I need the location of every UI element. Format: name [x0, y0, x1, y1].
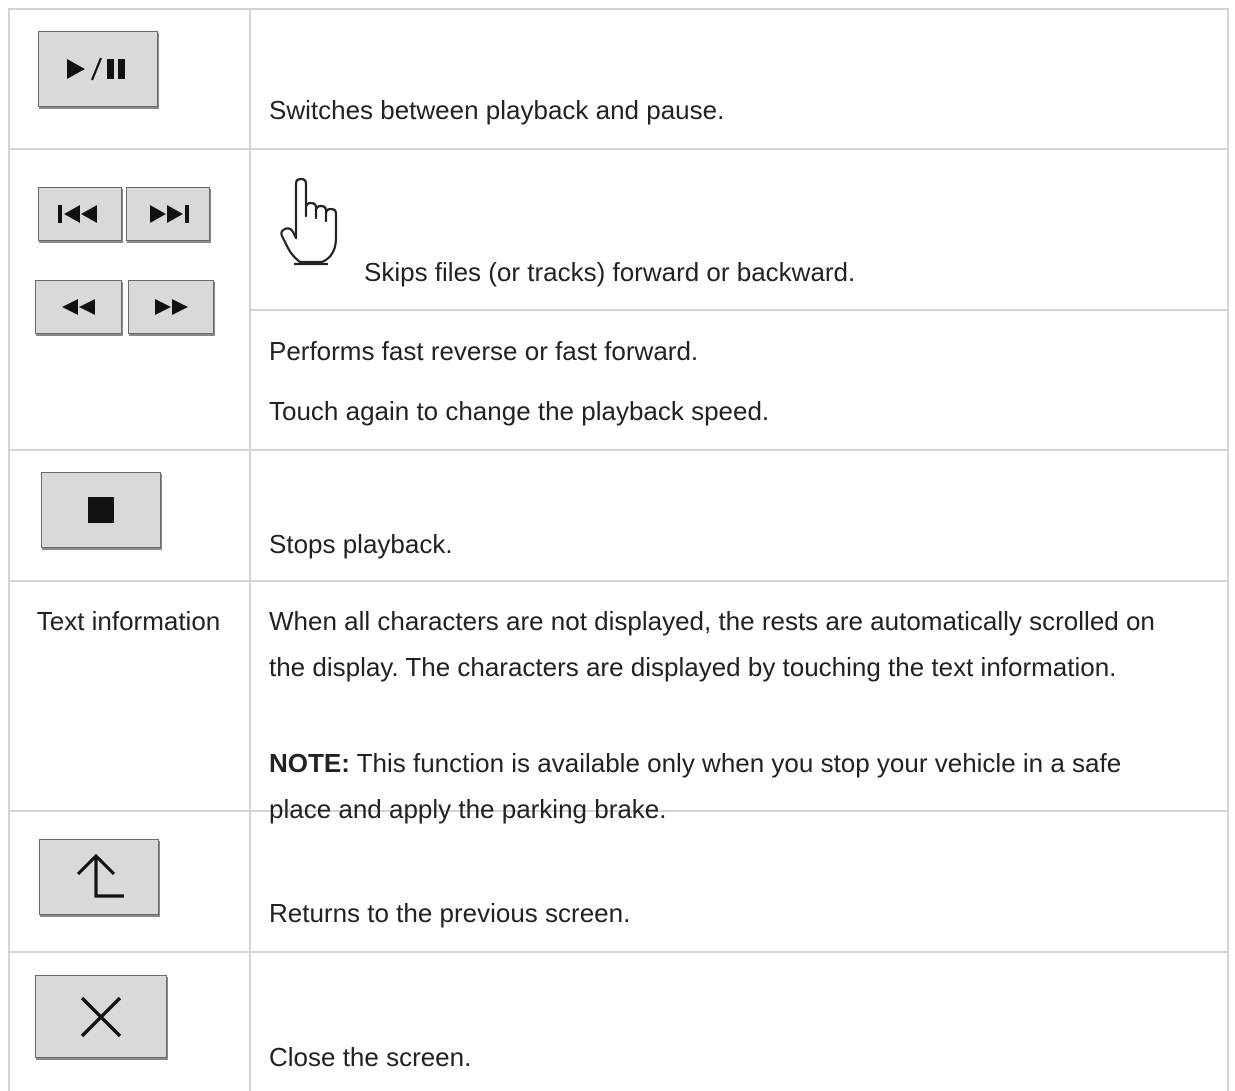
fast-forward-button[interactable]: [128, 280, 214, 334]
subrow-divider: [249, 309, 1229, 311]
note-label: NOTE:: [269, 748, 350, 778]
skip-forward-button[interactable]: [126, 187, 210, 241]
text-information-label[interactable]: Text information: [8, 605, 249, 637]
stop-icon: [86, 495, 116, 525]
close-button[interactable]: [35, 975, 167, 1058]
row-divider: [8, 951, 1229, 953]
stop-button[interactable]: [41, 472, 161, 548]
note-text: This function is available only when you…: [349, 748, 1122, 778]
play-pause-icon: [63, 56, 133, 82]
fast-reverse-button[interactable]: [35, 280, 122, 334]
fast-reverse-icon: [59, 297, 99, 317]
row-divider: [8, 580, 1229, 582]
row-description-line-2: the display. The characters are displaye…: [269, 652, 1117, 682]
column-divider: [249, 8, 251, 1091]
note-line-2: place and apply the parking brake.: [269, 794, 667, 824]
return-arrow-icon: [72, 852, 126, 902]
row-description: Close the screen.: [269, 1042, 472, 1072]
note-paragraph: NOTE: This function is available only wh…: [269, 747, 1121, 779]
return-button[interactable]: [39, 839, 159, 915]
skip-backward-button[interactable]: [38, 187, 122, 241]
table-border-left: [8, 8, 10, 1091]
hand-touch-icon: [280, 176, 342, 273]
row-divider: [8, 449, 1229, 451]
row-description-fast: Performs fast reverse or fast forward.: [269, 336, 699, 366]
row-description: Returns to the previous screen.: [269, 898, 631, 928]
row-divider: [8, 148, 1229, 150]
play-pause-button[interactable]: [38, 31, 158, 107]
skip-forward-icon: [145, 203, 191, 225]
close-icon: [79, 995, 123, 1039]
row-description: Skips files (or tracks) forward or backw…: [364, 257, 856, 287]
row-description: Switches between playback and pause.: [269, 95, 725, 125]
skip-backward-icon: [57, 203, 103, 225]
row-description-line-1: When all characters are not displayed, t…: [269, 606, 1155, 636]
row-description: Stops playback.: [269, 529, 453, 559]
row-description-speed: Touch again to change the playback speed…: [269, 396, 770, 426]
table-border-right: [1227, 8, 1229, 1091]
fast-forward-icon: [151, 297, 191, 317]
table-border-top: [8, 8, 1229, 10]
